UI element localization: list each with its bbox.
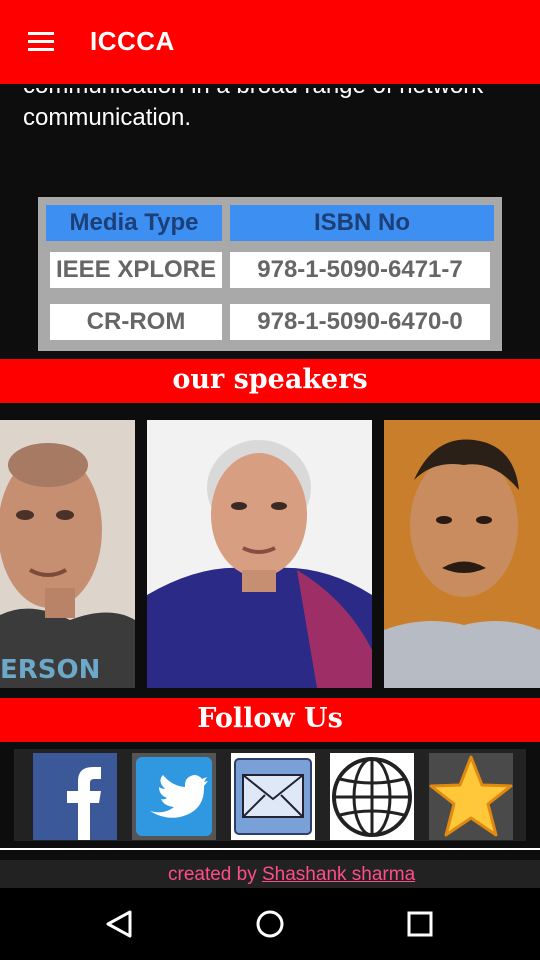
table-cell-media: IEEE XPLORE [50, 252, 222, 288]
social-links [14, 749, 526, 841]
content-area[interactable]: communication in a broad range of networ… [0, 84, 540, 888]
credit-text: created by Shashank sharma [168, 864, 415, 886]
hamburger-menu-icon[interactable] [26, 30, 58, 54]
table-cell-isbn: 978-1-5090-6471-7 [230, 252, 490, 288]
app-bar: ICCCA [0, 0, 540, 84]
table-cell-isbn: 978-1-5090-6470-0 [230, 304, 490, 340]
table-header-isbn: ISBN No [230, 205, 494, 241]
speakers-heading: our speakers [0, 359, 540, 403]
table-cell-media: CR-ROM [50, 304, 222, 340]
twitter-icon[interactable] [132, 753, 216, 840]
footer-divider [0, 848, 540, 850]
isbn-table: Media Type ISBN No IEEE XPLORE 978-1-509… [38, 197, 502, 351]
svg-text:ERSON: ERSON [0, 655, 100, 685]
speaker-photo[interactable]: ERSON [0, 420, 135, 688]
author-link[interactable]: Shashank sharma [262, 864, 415, 885]
home-icon[interactable] [248, 902, 292, 946]
footer: created by Shashank sharma [0, 860, 540, 888]
globe-icon[interactable] [330, 753, 414, 840]
table-header-media-type: Media Type [46, 205, 222, 241]
star-icon[interactable] [429, 753, 513, 840]
system-nav-bar [0, 888, 540, 960]
recents-icon[interactable] [398, 902, 442, 946]
facebook-icon[interactable] [33, 753, 117, 840]
mail-icon[interactable] [231, 753, 315, 840]
speaker-photo[interactable] [384, 420, 540, 688]
intro-text: communication in a broad range of networ… [23, 84, 484, 131]
app-title: ICCCA [90, 26, 175, 56]
credit-prefix: created by [168, 864, 262, 885]
follow-heading: Follow Us [0, 698, 540, 742]
back-icon[interactable] [98, 902, 142, 946]
speaker-photo[interactable] [147, 420, 372, 688]
